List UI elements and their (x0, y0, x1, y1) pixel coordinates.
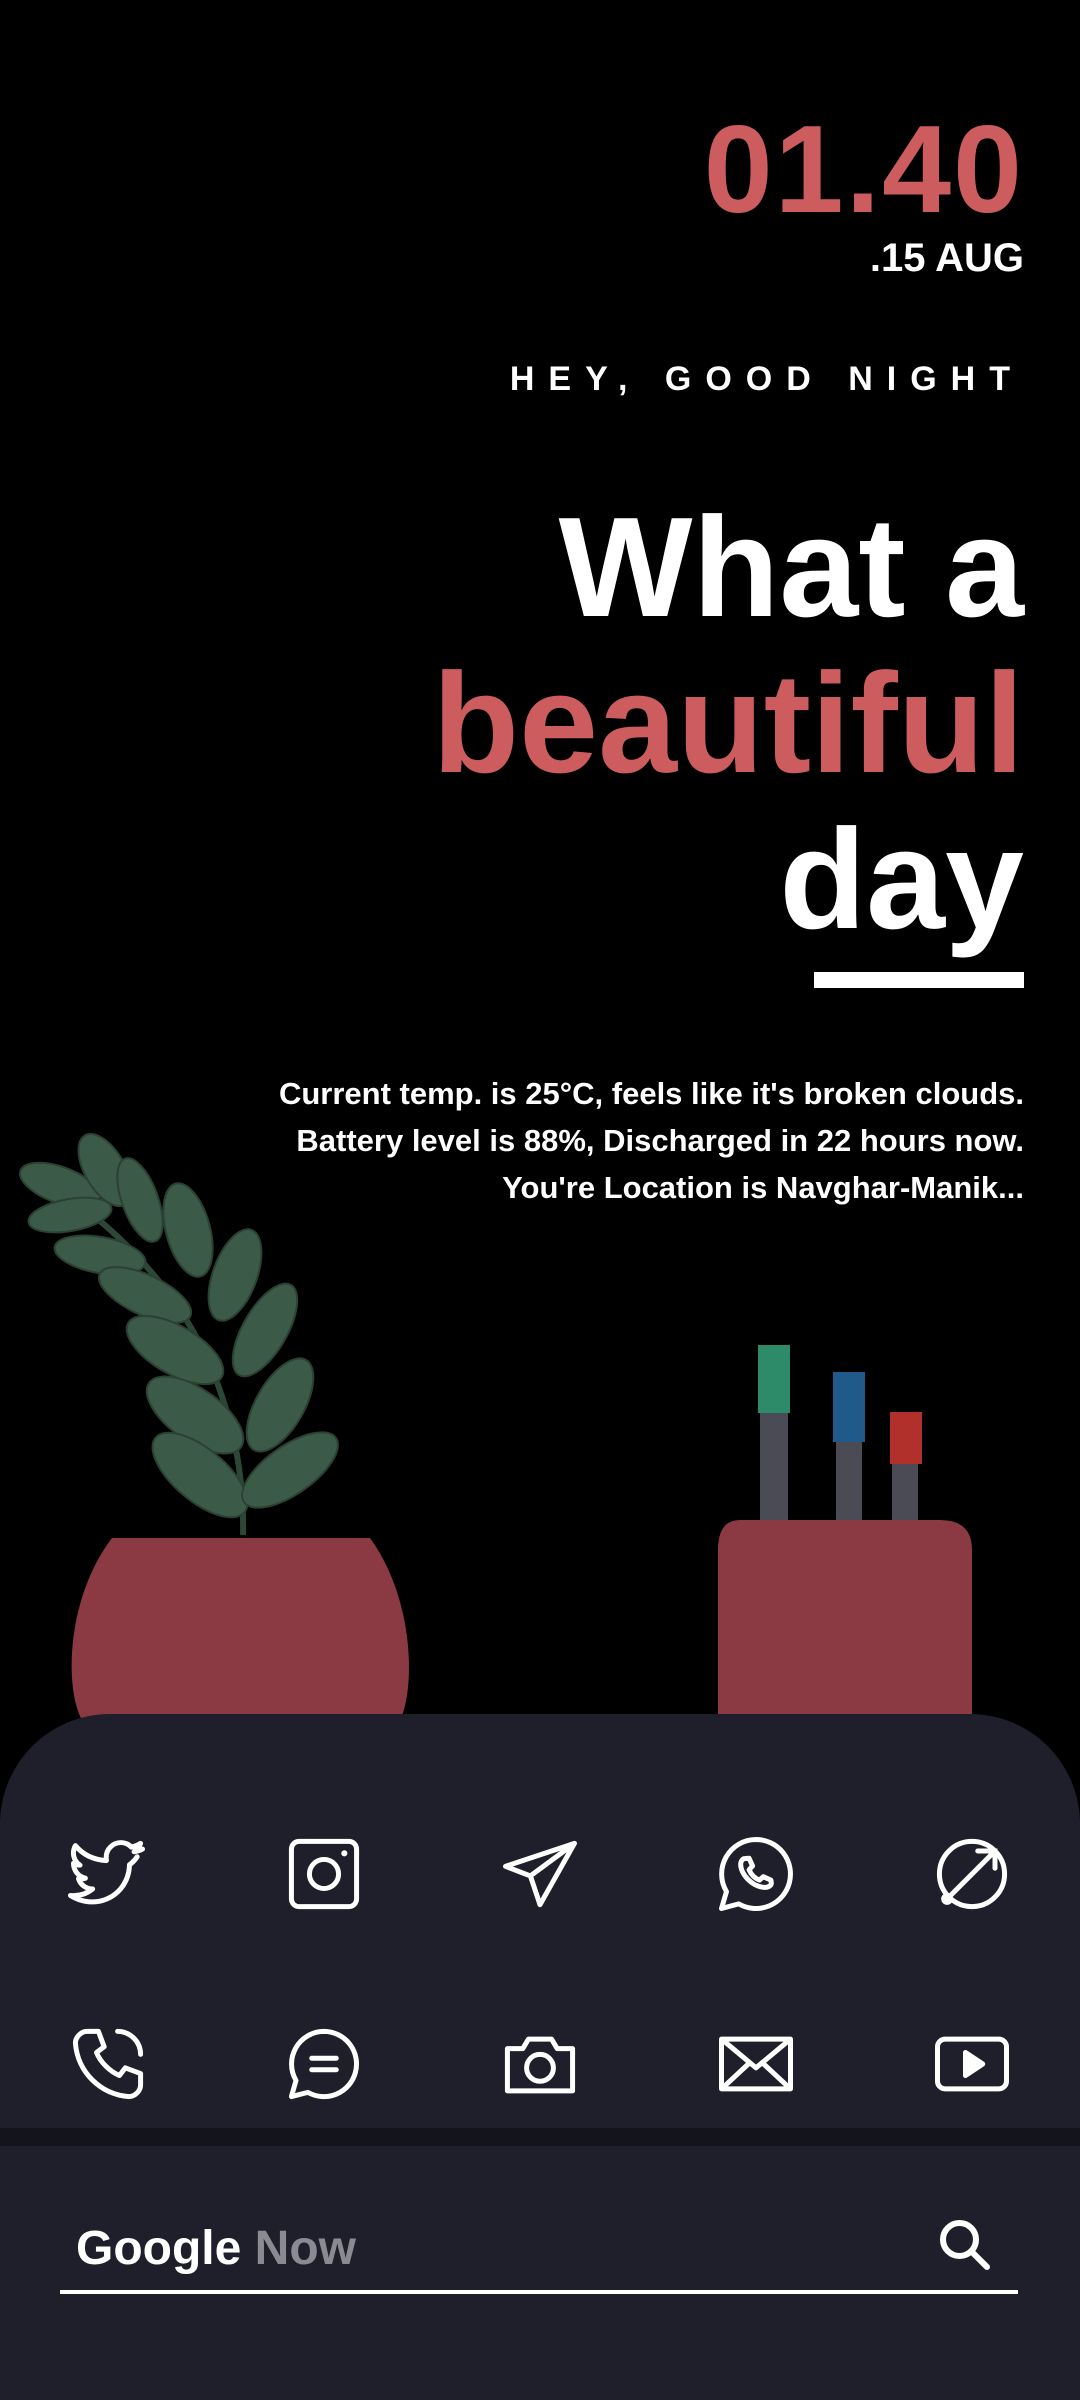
phone-app[interactable] (0, 2004, 216, 2124)
instagram-app[interactable] (216, 1814, 432, 1934)
brand-google: Google (76, 2221, 242, 2275)
twitter-icon (67, 1840, 145, 1905)
google-now-search-bar[interactable]: Google Now (60, 2204, 1018, 2292)
search-icon[interactable] (932, 2212, 998, 2278)
search-brand: Google Now (76, 2221, 356, 2276)
headline: What a beautiful day (432, 490, 1024, 958)
phone-icon (72, 2028, 144, 2100)
weather-info[interactable]: Current temp. is 25°C, feels like it's b… (279, 1070, 1024, 1117)
greeting-text: HEY, GOOD NIGHT (509, 360, 1024, 398)
telegram-app[interactable] (432, 1814, 648, 1934)
browser-app[interactable] (864, 1814, 1080, 1934)
plant-illustration (19, 1132, 409, 1720)
whatsapp-app[interactable] (648, 1814, 864, 1934)
mail-app[interactable] (648, 2004, 864, 2124)
search-underline (60, 2290, 1018, 2294)
headline-line-1: What a (558, 488, 1024, 647)
headline-line-3: day (779, 800, 1024, 959)
dock-divider (0, 2128, 1080, 2146)
app-dock (0, 1714, 1080, 2128)
camera-icon (504, 2036, 576, 2094)
dock-row-social (0, 1814, 1080, 1934)
dock-row-utilities (0, 2004, 1080, 2124)
youtube-icon (935, 2036, 1009, 2092)
mail-icon (719, 2036, 793, 2092)
pen-holder-illustration (718, 1345, 972, 1720)
clock-time[interactable]: 01.40 (704, 108, 1024, 232)
messages-app[interactable] (216, 2004, 432, 2124)
youtube-app[interactable] (864, 2004, 1080, 2124)
headline-underline (814, 972, 1024, 988)
headline-line-2: beautiful (432, 644, 1024, 803)
instagram-icon (288, 1838, 360, 1910)
camera-app[interactable] (432, 2004, 648, 2124)
telegram-icon (503, 1840, 577, 1908)
brand-now: Now (254, 2221, 356, 2275)
browser-icon (936, 1838, 1008, 1910)
whatsapp-icon (719, 1837, 793, 1911)
messages-icon (288, 2028, 359, 2100)
clock-date: .15 AUG (869, 236, 1024, 280)
twitter-app[interactable] (0, 1814, 216, 1934)
